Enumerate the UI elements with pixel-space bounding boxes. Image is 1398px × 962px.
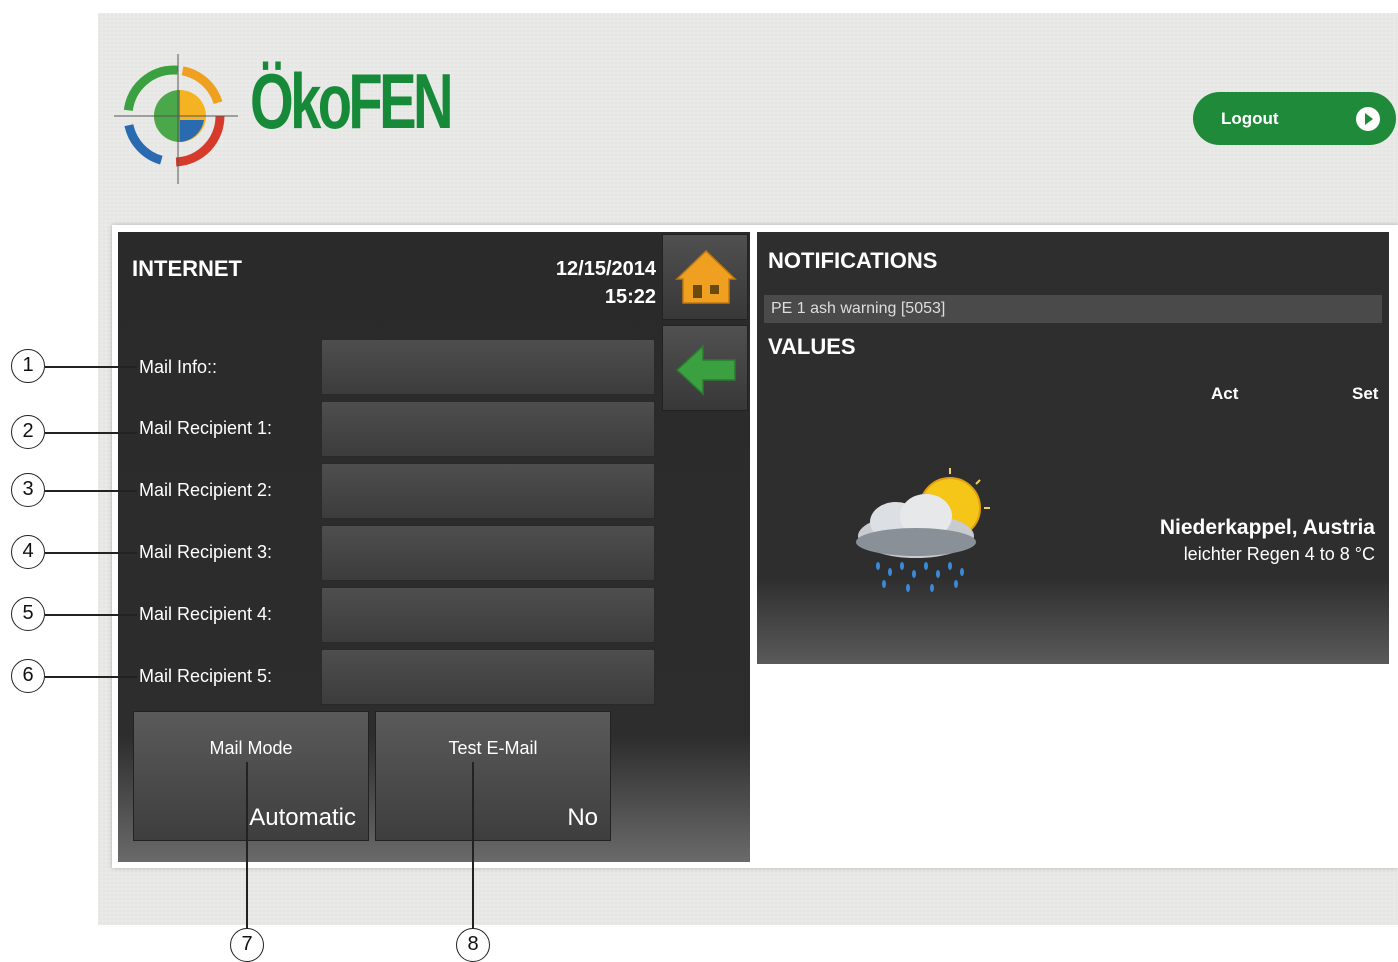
date-display: 12/15/2014 (555, 258, 656, 280)
callout-7: 7 (230, 928, 264, 962)
test-email-button[interactable]: Test E-Mail No (375, 711, 611, 841)
callout-4: 4 (11, 535, 45, 569)
callout-line (45, 432, 137, 434)
callout-line (45, 552, 137, 554)
callout-3: 3 (11, 473, 45, 507)
notifications-title: NOTIFICATIONS (768, 248, 938, 273)
weather-location: Niederkappel, Austria (1159, 516, 1375, 539)
column-set: Set (1352, 384, 1379, 403)
callout-5: 5 (11, 597, 45, 631)
callout-6: 6 (11, 659, 45, 693)
mail-recipient-3-field[interactable] (321, 525, 655, 581)
brand-name: ÖkoFEN (250, 57, 454, 145)
callout-line (45, 366, 137, 368)
callout-line (45, 490, 137, 492)
callout-line (246, 762, 248, 930)
mail-recipient-2-field[interactable] (321, 463, 655, 519)
time-display: 15:22 (604, 286, 656, 308)
callout-8: 8 (456, 928, 490, 962)
values-title: VALUES (768, 334, 856, 359)
rain-cloud-sun-icon (856, 468, 990, 592)
callout-1: 1 (11, 349, 45, 383)
back-button[interactable] (662, 325, 748, 411)
mail-info-field[interactable] (321, 339, 655, 395)
mail-recipient-4-label: Mail Recipient 4: (139, 604, 273, 624)
column-act: Act (1211, 384, 1239, 403)
callout-line (45, 614, 137, 616)
mail-recipient-5-label: Mail Recipient 5: (139, 666, 273, 686)
mail-mode-button[interactable]: Mail Mode Automatic (133, 711, 369, 841)
callout-2: 2 (11, 415, 45, 449)
mail-recipient-1-field[interactable] (321, 401, 655, 457)
logout-label: Logout (1221, 109, 1279, 128)
callout-line (472, 762, 474, 930)
arrow-right-icon (1356, 107, 1380, 131)
mail-recipient-4-field[interactable] (321, 587, 655, 643)
notification-item[interactable]: PE 1 ash warning [5053] (764, 295, 1382, 323)
test-email-label: Test E-Mail (448, 738, 538, 758)
mail-recipient-5-field[interactable] (321, 649, 655, 705)
panel-title: INTERNET (132, 256, 242, 281)
arrow-left-icon (675, 344, 736, 396)
mail-recipient-1-label: Mail Recipient 1: (139, 418, 273, 438)
home-button[interactable] (662, 234, 748, 320)
test-email-value: No (567, 804, 598, 831)
mail-mode-label: Mail Mode (209, 738, 293, 758)
mail-mode-value: Automatic (249, 804, 356, 831)
weather-condition: leichter Regen 4 to 8 °C (1183, 544, 1375, 564)
logout-button[interactable]: Logout (1193, 92, 1396, 145)
home-icon (675, 249, 737, 304)
mail-info-label: Mail Info:: (139, 357, 218, 377)
mail-recipient-3-label: Mail Recipient 3: (139, 542, 273, 562)
mail-recipient-2-label: Mail Recipient 2: (139, 480, 273, 500)
callout-line (45, 676, 137, 678)
